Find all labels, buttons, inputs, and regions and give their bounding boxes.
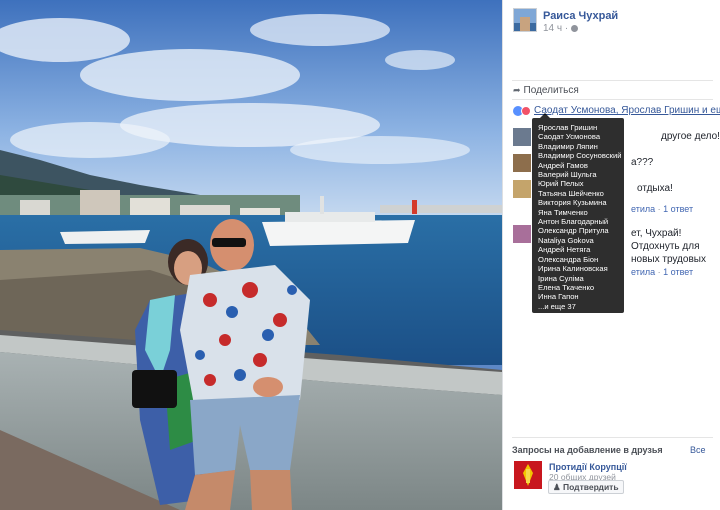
tooltip-name: Яна Тимченко	[538, 207, 588, 217]
commenter-avatar[interactable]	[513, 128, 531, 146]
reactions-tooltip: Ярослав Гришин Саодат Усмонова Владимир Ля…	[532, 113, 624, 313]
vacation-photo	[0, 0, 502, 510]
post-time-text: 14 ч ·	[543, 23, 569, 34]
tooltip-name: ...и еще 37	[538, 301, 576, 311]
tooltip-name: Саодат Усмонова	[538, 132, 601, 142]
comment-replies-link[interactable]: 1 ответ	[663, 267, 693, 277]
tooltip-name: Владимир Ляпин	[538, 141, 598, 151]
love-reaction-icon	[521, 105, 531, 116]
reaction-names-link[interactable]: Саодат Усмонова, Ярослав Гришин и еще 54	[534, 105, 720, 116]
tooltip-name: Олександр Притула	[538, 226, 609, 236]
tooltip-name: Виктория Кузьмина	[538, 198, 607, 208]
tooltip-name: Ирина Калиновская	[538, 264, 608, 274]
tooltip-name: Nataliya Gokova	[538, 235, 594, 245]
tooltip-name: Владимир Сосуновский	[538, 151, 622, 161]
tooltip-list: Ярослав Гришин Саодат Усмонова Владимир Ля…	[538, 123, 624, 311]
tooltip-arrow	[540, 113, 550, 118]
tooltip-name: Юрий Пелых	[538, 179, 584, 189]
comment-actions: етила · 1 ответ	[631, 267, 693, 277]
confirm-label: Подтвердить	[562, 482, 619, 492]
friend-request-name[interactable]: Протидії Корупції	[549, 462, 627, 472]
author-name-link[interactable]: Раиса Чухрай	[543, 10, 618, 22]
comment-text: а???	[631, 157, 654, 168]
divider	[512, 99, 713, 100]
tooltip-name: Олександра Бiон	[538, 254, 599, 264]
commenter-avatar[interactable]	[513, 225, 531, 243]
add-friend-icon: ♟	[553, 482, 563, 492]
comment-text: ет, Чухрай! Отдохнуть для новых трудовых	[631, 228, 706, 265]
tooltip-name: Антон Благодарный	[538, 217, 609, 227]
tooltip-name: Татьяна Шейченко	[538, 188, 604, 198]
post-header: Раиса Чухрай 14 ч ·	[513, 8, 713, 38]
friend-request-avatar[interactable]	[514, 461, 542, 489]
comment-actions: етила · 1 ответ	[631, 204, 693, 214]
divider	[512, 80, 713, 81]
confirm-button[interactable]: ♟ Подтвердить	[548, 480, 624, 494]
photo-viewer[interactable]	[0, 0, 502, 510]
tooltip-name: Ярослав Гришин	[538, 123, 598, 132]
comment-text: другое дело!	[661, 131, 720, 142]
share-label: Поделиться	[523, 85, 579, 96]
post-time[interactable]: 14 ч ·	[543, 23, 579, 34]
comment-like-link[interactable]: етила	[631, 267, 655, 277]
see-all-link[interactable]: Все	[690, 445, 706, 455]
tooltip-name: Андрей Гамов	[538, 160, 588, 170]
globe-icon	[571, 24, 579, 32]
divider	[512, 437, 713, 438]
share-arrow-icon: ➦	[513, 85, 521, 95]
tooltip-name: Андрей Нетяга	[538, 245, 591, 255]
tooltip-name: Ірина Сулiма	[538, 273, 584, 283]
commenter-avatar[interactable]	[513, 180, 531, 198]
friend-requests-title: Запросы на добавление в друзья	[512, 445, 663, 455]
comment-replies-link[interactable]: 1 ответ	[663, 204, 693, 214]
tooltip-name: Инна Гапон	[538, 292, 579, 302]
author-avatar[interactable]	[513, 8, 537, 32]
share-button[interactable]: ➦ Поделиться	[513, 85, 579, 96]
commenter-avatar[interactable]	[513, 154, 531, 172]
comment-text: отдыха!	[637, 183, 673, 194]
comment-like-link[interactable]: етила	[631, 204, 655, 214]
tooltip-name: Валерий Шульга	[538, 170, 597, 180]
tooltip-name: Елена Ткаченко	[538, 282, 595, 292]
